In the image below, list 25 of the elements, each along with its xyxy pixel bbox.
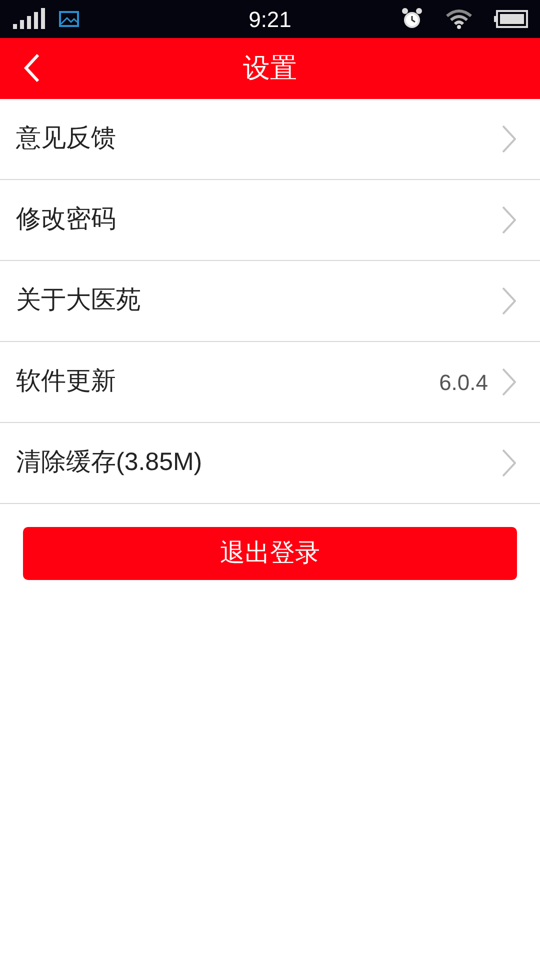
settings-row[interactable]: 意见反馈	[0, 99, 540, 180]
back-icon	[22, 53, 42, 83]
settings-row[interactable]: 软件更新 6.0.4	[0, 342, 540, 423]
row-label: 软件更新	[16, 366, 116, 398]
logout-button[interactable]: 退出登录	[23, 527, 517, 580]
chevron-icon	[502, 206, 516, 234]
signal-icon	[12, 8, 46, 30]
row-label: 清除缓存(3.85M)	[16, 447, 202, 478]
battery-icon	[494, 10, 528, 28]
page-title: 设置	[243, 52, 297, 86]
alarm-clock-icon	[400, 7, 424, 31]
row-label: 意见反馈	[16, 123, 116, 154]
settings-row[interactable]: 清除缓存(3.85M)	[0, 423, 540, 504]
chevron-icon	[502, 125, 516, 153]
chevron-icon	[502, 287, 516, 315]
row-label: 关于大医苑	[16, 285, 141, 316]
chevron-icon	[502, 449, 516, 477]
row-label: 修改密码	[16, 204, 116, 236]
settings-row[interactable]: 修改密码	[0, 180, 540, 261]
wifi-icon	[446, 9, 472, 29]
image-icon	[58, 9, 80, 29]
chevron-icon	[502, 368, 516, 396]
settings-row[interactable]: 关于大医苑	[0, 261, 540, 342]
version-value: 6.0.4	[439, 368, 488, 396]
status-time: 9:21	[248, 6, 292, 34]
